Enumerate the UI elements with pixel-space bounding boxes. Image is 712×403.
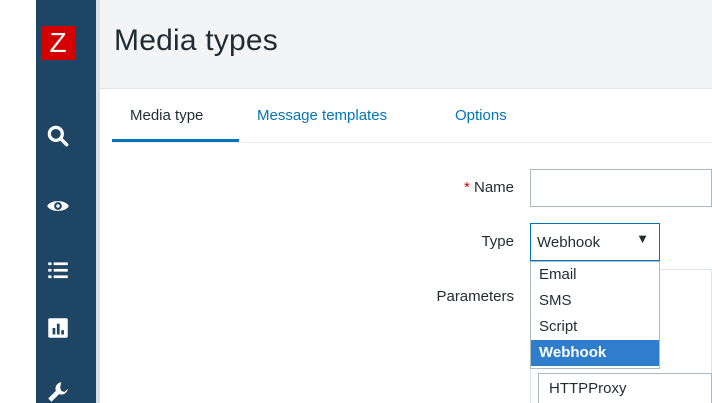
page-title: Media types — [114, 24, 278, 57]
required-mark: * — [463, 179, 470, 196]
type-dropdown-list: Email SMS Script Webhook — [530, 261, 660, 369]
type-option-sms[interactable]: SMS — [531, 288, 659, 314]
tab-options[interactable]: Options — [455, 107, 507, 124]
name-label-text: Name — [473, 179, 514, 196]
type-option-email[interactable]: Email — [531, 262, 659, 288]
logo-letter: Z — [49, 27, 67, 58]
chevron-down-icon: ▼ — [636, 231, 649, 246]
parameter-name-input[interactable]: HTTPProxy — [538, 373, 712, 403]
type-select-value: Webhook — [537, 233, 601, 251]
main-panel: Media type Message templates Options * N… — [100, 88, 712, 403]
name-input[interactable] — [530, 169, 712, 207]
type-option-webhook[interactable]: Webhook — [531, 340, 659, 366]
name-label: * Name — [464, 179, 514, 196]
type-label: Type — [481, 233, 514, 250]
type-select[interactable]: Webhook ▼ — [530, 223, 660, 261]
type-option-script[interactable]: Script — [531, 314, 659, 340]
tab-bar: Media type Message templates Options — [112, 89, 712, 143]
zabbix-logo[interactable]: Z — [41, 26, 75, 60]
eye-icon[interactable] — [44, 192, 72, 220]
active-tab-indicator — [112, 139, 239, 142]
parameters-label: Parameters — [436, 288, 514, 305]
page-header: Media types — [100, 0, 712, 78]
tab-message-templates[interactable]: Message templates — [257, 107, 387, 124]
tab-media-type[interactable]: Media type — [130, 107, 203, 124]
sidebar: Z — [36, 0, 96, 403]
chart-icon[interactable] — [44, 314, 72, 342]
wrench-icon[interactable] — [44, 378, 72, 403]
list-icon[interactable] — [44, 256, 72, 284]
search-icon[interactable] — [44, 122, 72, 150]
left-margin — [0, 0, 36, 403]
